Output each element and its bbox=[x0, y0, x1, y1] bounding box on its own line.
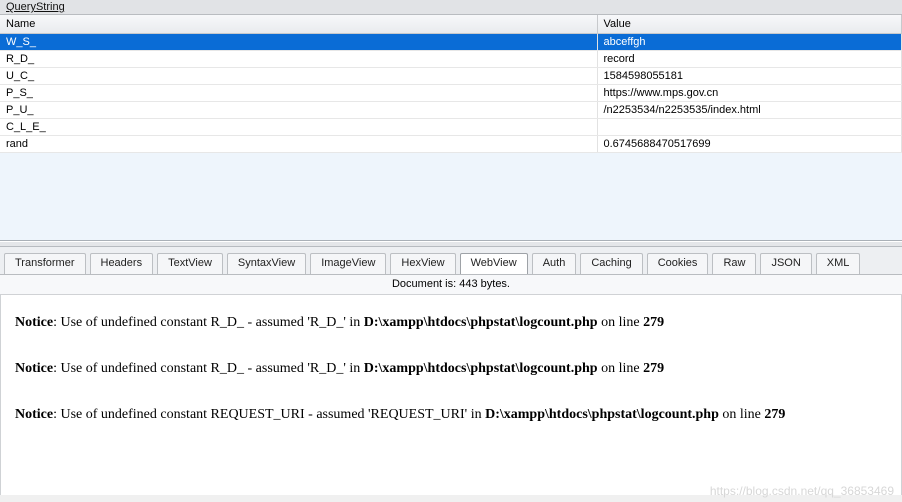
table-row[interactable]: P_U_/n2253534/n2253535/index.html bbox=[0, 101, 902, 118]
col-value[interactable]: Value bbox=[597, 15, 902, 33]
tab-caching[interactable]: Caching bbox=[580, 253, 642, 274]
cell-value[interactable]: 1584598055181 bbox=[597, 67, 902, 84]
table-row[interactable]: U_C_1584598055181 bbox=[0, 67, 902, 84]
cell-value[interactable]: https://www.mps.gov.cn bbox=[597, 84, 902, 101]
table-row[interactable]: P_S_https://www.mps.gov.cn bbox=[0, 84, 902, 101]
cell-value[interactable]: record bbox=[597, 50, 902, 67]
tab-raw[interactable]: Raw bbox=[712, 253, 756, 274]
col-name[interactable]: Name bbox=[0, 15, 597, 33]
tab-imageview[interactable]: ImageView bbox=[310, 253, 386, 274]
cell-name[interactable]: U_C_ bbox=[0, 67, 597, 84]
cell-value[interactable]: abceffgh bbox=[597, 33, 902, 50]
table-header-row[interactable]: Name Value bbox=[0, 15, 902, 33]
tab-auth[interactable]: Auth bbox=[532, 253, 577, 274]
cell-value[interactable] bbox=[597, 118, 902, 135]
cell-name[interactable]: W_S_ bbox=[0, 33, 597, 50]
php-notice: Notice: Use of undefined constant R_D_ -… bbox=[15, 311, 887, 335]
php-notice: Notice: Use of undefined constant R_D_ -… bbox=[15, 357, 887, 381]
tab-json[interactable]: JSON bbox=[760, 253, 811, 274]
table-row[interactable]: rand0.6745688470517699 bbox=[0, 135, 902, 152]
webview-content[interactable]: Notice: Use of undefined constant R_D_ -… bbox=[0, 295, 902, 495]
tab-transformer[interactable]: Transformer bbox=[4, 253, 86, 274]
tab-webview[interactable]: WebView bbox=[460, 253, 528, 274]
querystring-table[interactable]: Name Value W_S_abceffghR_D_recordU_C_158… bbox=[0, 15, 902, 153]
cell-name[interactable]: C_L_E_ bbox=[0, 118, 597, 135]
php-notice: Notice: Use of undefined constant REQUES… bbox=[15, 403, 887, 427]
tab-textview[interactable]: TextView bbox=[157, 253, 223, 274]
tab-cookies[interactable]: Cookies bbox=[647, 253, 709, 274]
cell-name[interactable]: P_U_ bbox=[0, 101, 597, 118]
tab-headers[interactable]: Headers bbox=[90, 253, 154, 274]
tab-syntaxview[interactable]: SyntaxView bbox=[227, 253, 306, 274]
cell-name[interactable]: rand bbox=[0, 135, 597, 152]
table-row[interactable]: C_L_E_ bbox=[0, 118, 902, 135]
table-row[interactable]: R_D_record bbox=[0, 50, 902, 67]
tab-xml[interactable]: XML bbox=[816, 253, 861, 274]
cell-name[interactable]: P_S_ bbox=[0, 84, 597, 101]
cell-name[interactable]: R_D_ bbox=[0, 50, 597, 67]
tab-hexview[interactable]: HexView bbox=[390, 253, 455, 274]
cell-value[interactable]: 0.6745688470517699 bbox=[597, 135, 902, 152]
inspector-tabs: TransformerHeadersTextViewSyntaxViewImag… bbox=[0, 247, 902, 275]
table-row[interactable]: W_S_abceffgh bbox=[0, 33, 902, 50]
cell-value[interactable]: /n2253534/n2253535/index.html bbox=[597, 101, 902, 118]
panel-title: QueryString bbox=[0, 0, 902, 15]
querystring-grid-area: Name Value W_S_abceffghR_D_recordU_C_158… bbox=[0, 15, 902, 241]
document-size-label: Document is: 443 bytes. bbox=[0, 275, 902, 295]
